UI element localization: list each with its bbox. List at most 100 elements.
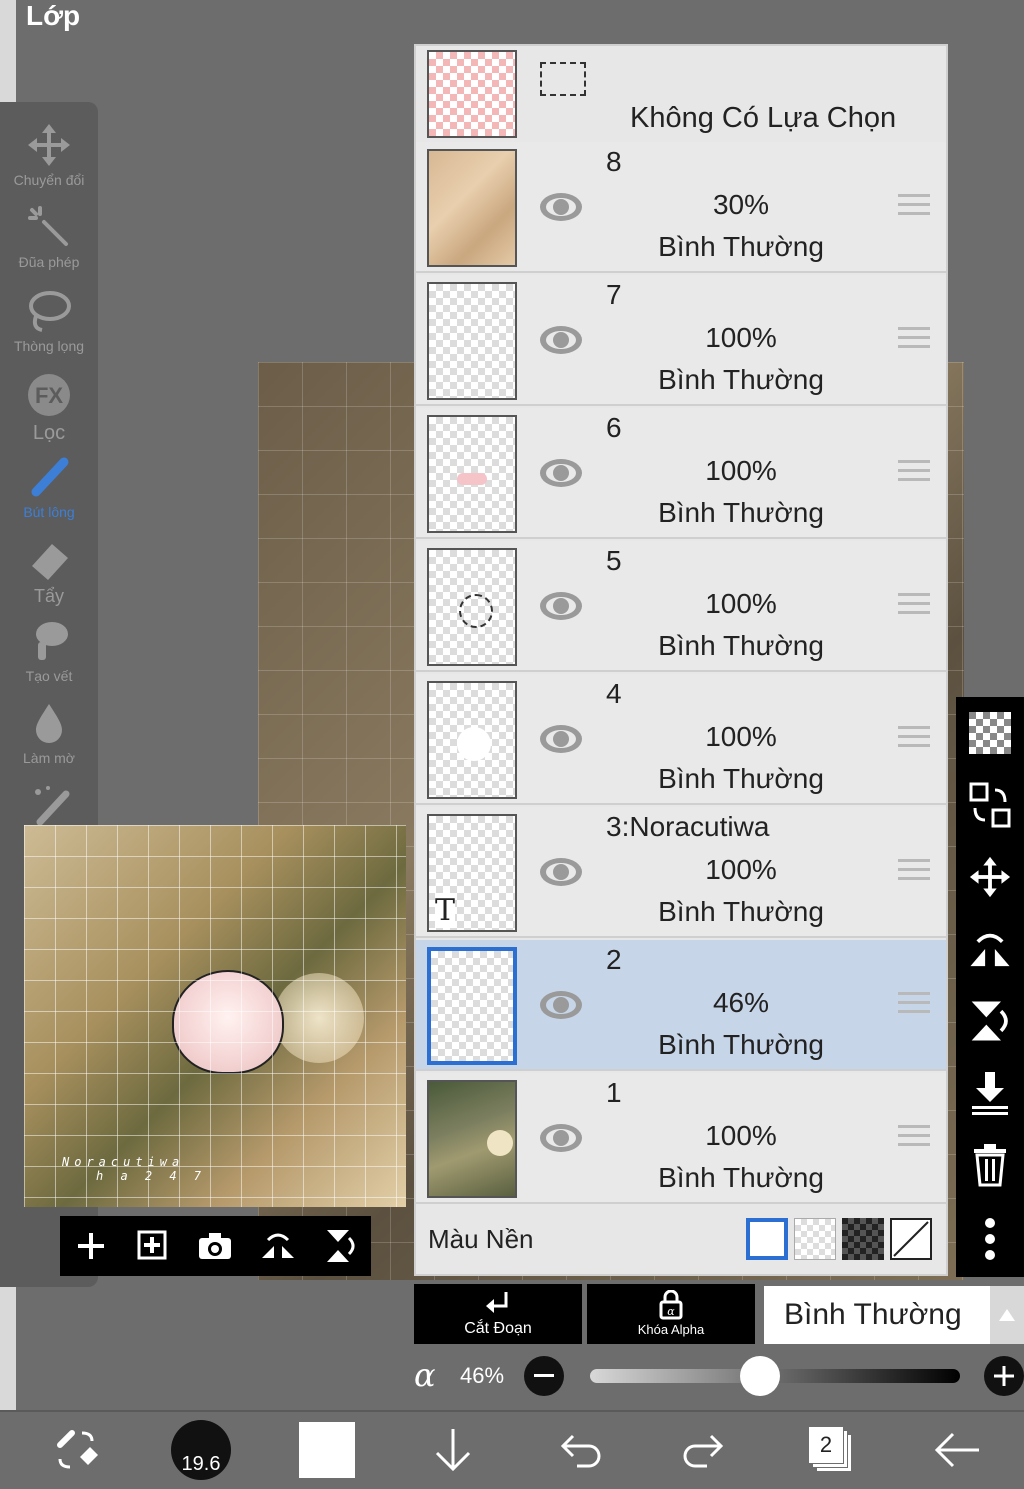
preview-toolbar	[60, 1216, 371, 1276]
layer-panel: Không Có Lựa Chọn 8 30% Bình Thường 7 10…	[414, 44, 948, 1276]
delete-layer-button[interactable]	[956, 1135, 1024, 1195]
alpha-lock-label: Khóa Alpha	[637, 1322, 705, 1337]
eye-icon[interactable]	[538, 988, 584, 1022]
layer-row[interactable]: 4 100% Bình Thường	[416, 674, 946, 805]
merge-down-button[interactable]	[956, 1063, 1024, 1123]
eye-icon[interactable]	[538, 323, 584, 357]
tool-label: Đũa phép	[18, 254, 80, 270]
layer-row[interactable]: 1 100% Bình Thường	[416, 1073, 946, 1204]
tool-lasso[interactable]: Thòng lọng	[0, 288, 98, 354]
tool-label: Lọc	[32, 422, 66, 444]
more-menu-button[interactable]	[956, 1209, 1024, 1269]
add-layer-button[interactable]	[69, 1224, 113, 1268]
alpha-lock-button[interactable]: α Khóa Alpha	[587, 1284, 755, 1344]
brush-icon	[31, 457, 69, 497]
redo-button[interactable]	[680, 1420, 730, 1480]
eye-icon[interactable]	[538, 855, 584, 889]
arrow-down-icon	[435, 1429, 471, 1472]
layers-button[interactable]: 2	[806, 1420, 856, 1480]
alpha-increase-button[interactable]	[984, 1356, 1024, 1396]
eye-icon[interactable]	[538, 589, 584, 623]
blend-mode-select[interactable]: Bình Thường	[764, 1286, 990, 1344]
current-color-swatch	[299, 1422, 355, 1478]
swap-icon	[969, 782, 1011, 828]
drag-handle-icon[interactable]	[898, 460, 930, 487]
tool-label: Tẩy	[33, 586, 64, 606]
none-slash-icon	[893, 1221, 929, 1257]
eye-icon[interactable]	[538, 190, 584, 224]
tool-switch-button[interactable]	[48, 1420, 104, 1480]
selection-layer[interactable]: Không Có Lựa Chọn	[416, 46, 946, 144]
layer-thumbnail	[427, 548, 517, 666]
alpha-slider-knob[interactable]	[740, 1356, 781, 1396]
selection-label: Không Có Lựa Chọn	[630, 102, 897, 134]
color-button[interactable]	[298, 1420, 356, 1480]
move-layer-button[interactable]	[956, 847, 1024, 907]
brush-size-value: 19.6	[181, 1453, 221, 1475]
layer-row-selected[interactable]: 2 46% Bình Thường	[416, 940, 946, 1071]
preview-grid	[24, 825, 406, 1207]
drag-handle-icon[interactable]	[898, 1125, 930, 1152]
canvas-preview[interactable]: Noracutiwa h a 2 4 7	[24, 825, 406, 1207]
move-icon	[969, 856, 1011, 898]
blend-mode-value: Bình Thường	[784, 1298, 962, 1331]
tool-label: Thòng lọng	[13, 338, 85, 354]
layer-blend-mode: Bình Thường	[658, 1162, 824, 1193]
minus-icon	[534, 1374, 554, 1377]
bg-transparent-swatch[interactable]	[794, 1218, 836, 1260]
blur-icon	[36, 704, 62, 743]
swap-layer-button[interactable]	[956, 775, 1024, 835]
back-button[interactable]	[930, 1420, 984, 1480]
flip-vertical-button[interactable]	[318, 1224, 362, 1268]
background-label: Màu Nền	[428, 1224, 534, 1254]
clip-arrow-icon	[486, 1292, 508, 1313]
clipping-button[interactable]: Cắt Đoạn	[414, 1284, 582, 1344]
flip-vertical-layer-button[interactable]	[956, 991, 1024, 1051]
drag-handle-icon[interactable]	[898, 593, 930, 620]
tool-smudge[interactable]: Tạo vết	[0, 618, 98, 684]
camera-button[interactable]	[193, 1224, 237, 1268]
tool-eraser[interactable]: Tẩy	[0, 536, 98, 607]
add-image-layer-button[interactable]	[131, 1224, 175, 1268]
eye-icon[interactable]	[538, 1121, 584, 1155]
layer-row[interactable]: 5 100% Bình Thường	[416, 541, 946, 672]
transparency-button[interactable]	[956, 703, 1024, 763]
alpha-symbol: α	[414, 1356, 436, 1394]
eye-icon[interactable]	[538, 722, 584, 756]
tool-blur[interactable]: Làm mờ	[0, 700, 98, 766]
layer-thumbnail	[427, 149, 517, 267]
lock-icon: α	[659, 1290, 683, 1320]
undo-button[interactable]	[554, 1420, 604, 1480]
flip-horizontal-layer-button[interactable]	[956, 919, 1024, 979]
brush-size-button[interactable]: 19.6	[170, 1420, 232, 1480]
tool-brush[interactable]: Bút lông	[0, 454, 98, 520]
lasso-icon	[29, 291, 71, 332]
layer-row[interactable]: T 3:Noracutiwa 100% Bình Thường	[416, 807, 946, 938]
drag-handle-icon[interactable]	[898, 327, 930, 354]
eye-icon[interactable]	[538, 456, 584, 490]
layer-name: 7	[606, 279, 622, 310]
drag-handle-icon[interactable]	[898, 992, 930, 1019]
bg-none-swatch[interactable]	[890, 1218, 932, 1260]
checker-icon	[969, 712, 1011, 754]
tool-magic-wand[interactable]: Đũa phép	[0, 204, 98, 270]
layer-row[interactable]: 6 100% Bình Thường	[416, 408, 946, 539]
add-square-icon	[137, 1230, 167, 1260]
alpha-decrease-button[interactable]	[524, 1356, 564, 1396]
drag-handle-icon[interactable]	[898, 859, 930, 886]
layer-row[interactable]: 8 30% Bình Thường	[416, 142, 946, 273]
layer-name: 5	[606, 545, 622, 576]
layer-opacity: 100%	[705, 322, 777, 353]
flip-horizontal-button[interactable]	[256, 1224, 300, 1268]
layer-name: 2	[606, 944, 622, 975]
tool-label: Tạo vết	[25, 668, 73, 684]
layer-row[interactable]: 7 100% Bình Thường	[416, 275, 946, 406]
blend-mode-dropdown[interactable]	[990, 1286, 1024, 1344]
bg-white-swatch[interactable]	[746, 1218, 788, 1260]
tool-transform[interactable]: Chuyển đổi	[0, 122, 98, 188]
scroll-down-button[interactable]	[428, 1420, 478, 1480]
drag-handle-icon[interactable]	[898, 726, 930, 753]
bg-dark-checker-swatch[interactable]	[842, 1218, 884, 1260]
drag-handle-icon[interactable]	[898, 194, 930, 221]
tool-filter[interactable]: FX Lọc	[0, 372, 98, 445]
